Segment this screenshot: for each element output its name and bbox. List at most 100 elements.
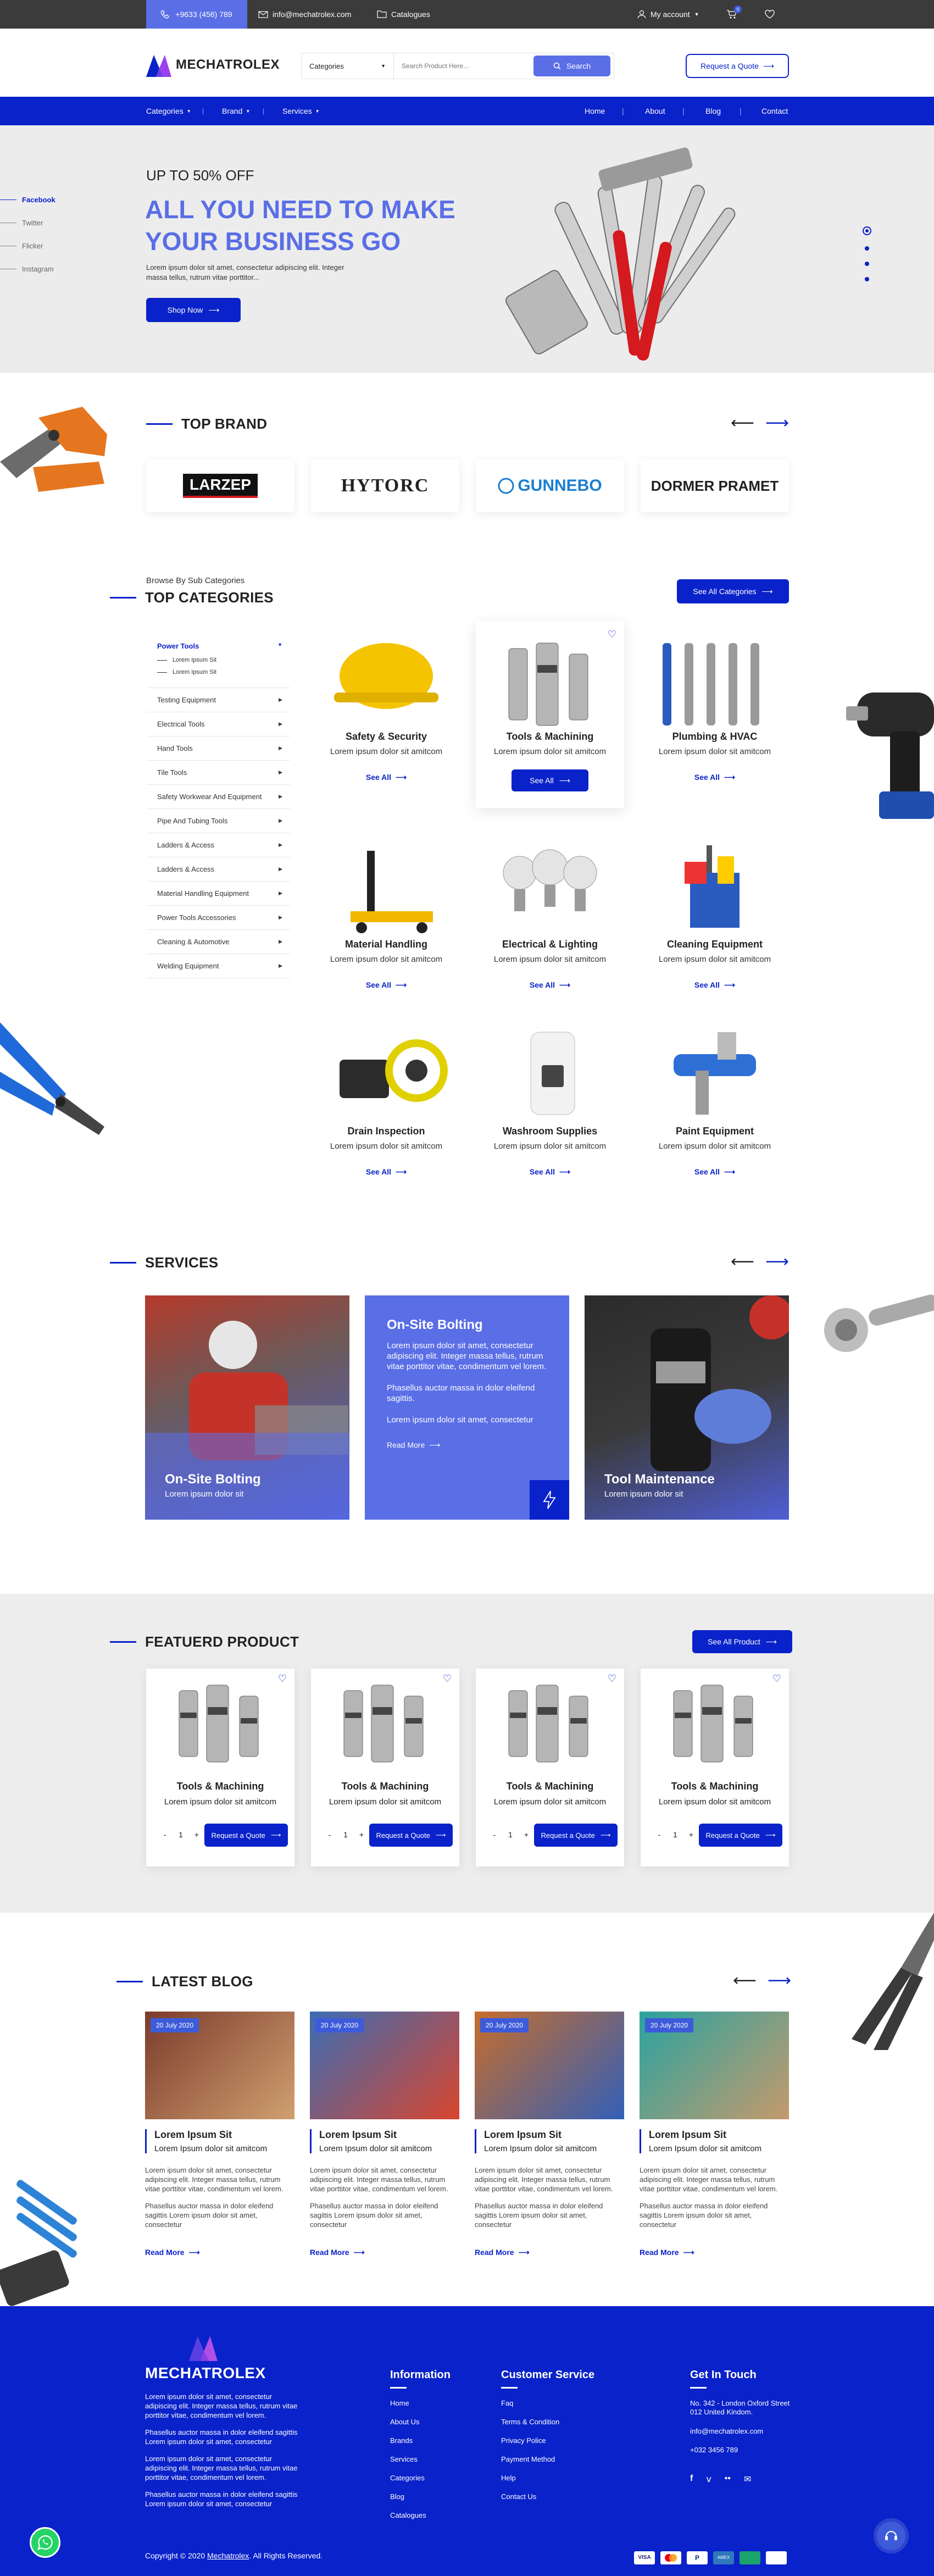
blog-title[interactable]: Lorem Ipsum Sit	[649, 2129, 789, 2141]
sidebar-item[interactable]: Safety Workwear And Equipment ▶	[147, 785, 290, 809]
email-contact[interactable]: info@mechatrolex.com	[258, 0, 351, 29]
footer-link[interactable]: Help	[501, 2474, 594, 2482]
cart-button[interactable]: 0	[726, 0, 742, 29]
sidebar-item[interactable]: Electrical Tools ▶	[147, 712, 290, 736]
read-more-link[interactable]: Read More ⟶	[475, 2248, 624, 2257]
shop-now-button[interactable]: Shop Now ⟶	[146, 298, 241, 322]
quantity-value[interactable]: 1	[339, 1830, 352, 1839]
footer-link[interactable]: Privacy Police	[501, 2436, 594, 2445]
plus-button[interactable]: +	[520, 1830, 533, 1839]
footer-link[interactable]: Blog	[390, 2492, 451, 2501]
minus-button[interactable]: -	[653, 1830, 666, 1839]
footer-link[interactable]: Catalogues	[390, 2511, 451, 2519]
see-all-link[interactable]: See All ⟶	[312, 773, 460, 782]
phone-contact[interactable]: +9633 (456) 789	[146, 0, 247, 29]
sidebar-item[interactable]: Pipe And Tubing Tools ▶	[147, 809, 290, 833]
request-quote-button[interactable]: Request a Quote ⟶	[369, 1824, 453, 1847]
footer-link[interactable]: Contact Us	[501, 2492, 594, 2501]
blog-card[interactable]: 20 July 2020 Lorem Ipsum Sit Lorem Ipsum d…	[640, 2012, 789, 2257]
quantity-value[interactable]: 1	[669, 1830, 682, 1839]
category-card[interactable]: Cleaning Equipment Lorem ipsum dolor sit …	[641, 829, 789, 990]
category-card[interactable]: ♡ Tools & Machining Lorem ipsum dolor sit …	[476, 621, 624, 808]
slider-dot[interactable]	[865, 277, 869, 281]
brand-card-gunnebo[interactable]: GUNNEBO	[476, 459, 624, 512]
arrow-right-icon[interactable]: ⟶	[768, 1971, 791, 1990]
slider-dot[interactable]	[865, 262, 869, 266]
read-more-link[interactable]: Read More ⟶	[145, 2248, 294, 2257]
request-quote-button[interactable]: Request a Quote ⟶	[699, 1824, 782, 1847]
mail-icon[interactable]: ✉	[744, 2474, 751, 2485]
sidebar-subitem[interactable]: Lorem Ipsum Sit	[147, 663, 290, 675]
see-all-link[interactable]: See All ⟶	[641, 1167, 789, 1177]
footer-phone[interactable]: +032 3456 789	[690, 2446, 794, 2454]
sidebar-item[interactable]: Power Tools Accessories ▶	[147, 906, 290, 930]
minus-button[interactable]: -	[488, 1830, 501, 1839]
footer-link[interactable]: Home	[390, 2399, 451, 2407]
request-quote-button[interactable]: Request a Quote ⟶	[534, 1824, 618, 1847]
search-input[interactable]	[394, 53, 533, 79]
vimeo-icon[interactable]: ⅴ	[706, 2474, 711, 2485]
category-select[interactable]: Categories ▼	[302, 53, 394, 79]
product-card[interactable]: ♡ Tools & Machining Lorem ipsum dolor sit …	[311, 1669, 459, 1866]
nav-home[interactable]: Home	[585, 97, 605, 125]
footer-logo[interactable]: MECHATROLEX	[145, 2333, 266, 2382]
category-card[interactable]: Washroom Supplies Lorem ipsum dolor sit a…	[476, 1016, 624, 1177]
see-all-link[interactable]: See All ⟶	[641, 980, 789, 990]
search-button[interactable]: Search	[533, 56, 610, 76]
category-card[interactable]: Paint Equipment Lorem ipsum dolor sit ami…	[641, 1016, 789, 1177]
category-card[interactable]: Drain Inspection Lorem ipsum dolor sit am…	[312, 1016, 460, 1177]
quantity-value[interactable]: 1	[504, 1830, 517, 1839]
arrow-right-icon[interactable]: ⟶	[765, 1252, 789, 1271]
nav-blog[interactable]: Blog	[705, 97, 721, 125]
social-flicker[interactable]: Flicker	[0, 242, 43, 250]
facebook-icon[interactable]: f	[690, 2474, 693, 2485]
sidebar-subitem[interactable]: Lorem Ipsum Sit	[147, 650, 290, 663]
chat-button[interactable]	[877, 2522, 905, 2550]
product-card[interactable]: ♡ Tools & Machining Lorem ipsum dolor sit …	[476, 1669, 624, 1866]
slider-dot-active[interactable]	[863, 226, 871, 235]
minus-button[interactable]: -	[323, 1830, 336, 1839]
sidebar-item-power-tools[interactable]: Power Tools ▼	[147, 636, 290, 650]
blog-card[interactable]: 20 July 2020 Lorem Ipsum Sit Lorem Ipsum d…	[475, 2012, 624, 2257]
my-account-menu[interactable]: My account ▼	[637, 0, 699, 29]
copyright-brand-link[interactable]: Mechatrolex	[207, 2551, 249, 2560]
see-all-link[interactable]: See All ⟶	[312, 980, 460, 990]
read-more-link[interactable]: Read More ⟶	[640, 2248, 789, 2257]
service-read-more[interactable]: Read More ⟶	[387, 1441, 552, 1450]
quantity-value[interactable]: 1	[174, 1830, 187, 1839]
whatsapp-button[interactable]	[30, 2527, 60, 2558]
sidebar-item[interactable]: Welding Equipment ▶	[147, 954, 290, 978]
blog-title[interactable]: Lorem Ipsum Sit	[154, 2129, 294, 2141]
service-card[interactable]: On-Site Bolting Lorem ipsum dolor sit	[145, 1295, 349, 1520]
logo[interactable]: MECHATROLEX	[146, 53, 280, 77]
sidebar-item[interactable]: Tile Tools ▶	[147, 761, 290, 785]
arrow-left-icon[interactable]: ⟵	[731, 413, 754, 433]
product-card[interactable]: ♡ Tools & Machining Lorem ipsum dolor sit …	[641, 1669, 789, 1866]
arrow-left-icon[interactable]: ⟵	[733, 1971, 757, 1990]
category-card[interactable]: Electrical & Lighting Lorem ipsum dolor s…	[476, 829, 624, 990]
service-card-active[interactable]: On-Site Bolting Lorem ipsum dolor sit am…	[365, 1295, 569, 1520]
request-quote-button[interactable]: Request a Quote ⟶	[204, 1824, 288, 1847]
social-instagram[interactable]: Instagram	[0, 265, 54, 273]
footer-link[interactable]: About Us	[390, 2418, 451, 2426]
nav-contact[interactable]: Contact	[761, 97, 788, 125]
blog-card[interactable]: 20 July 2020 Lorem Ipsum Sit Lorem Ipsum d…	[310, 2012, 459, 2257]
sidebar-item[interactable]: Hand Tools ▶	[147, 736, 290, 761]
see-all-categories-button[interactable]: See All Categories ⟶	[677, 579, 789, 603]
heart-icon[interactable]: ♡	[608, 629, 616, 640]
blog-card[interactable]: 20 July 2020 Lorem Ipsum Sit Lorem Ipsum d…	[145, 2012, 294, 2257]
read-more-link[interactable]: Read More ⟶	[310, 2248, 459, 2257]
see-all-button[interactable]: See All ⟶	[512, 769, 588, 791]
social-twitter[interactable]: Twitter	[0, 219, 43, 227]
plus-button[interactable]: +	[685, 1830, 698, 1839]
product-card[interactable]: ♡ Tools & Machining Lorem ipsum dolor sit …	[146, 1669, 294, 1866]
see-all-link[interactable]: See All ⟶	[476, 1167, 624, 1177]
footer-link[interactable]: Faq	[501, 2399, 594, 2407]
footer-email[interactable]: info@mechatrolex.com	[690, 2427, 794, 2435]
sidebar-item[interactable]: Material Handling Equipment ▶	[147, 882, 290, 906]
blog-title[interactable]: Lorem Ipsum Sit	[319, 2129, 459, 2141]
footer-link[interactable]: Categories	[390, 2474, 451, 2482]
sidebar-item[interactable]: Cleaning & Automotive ▶	[147, 930, 290, 954]
see-all-link[interactable]: See All ⟶	[641, 773, 789, 782]
sidebar-item[interactable]: Ladders & Access ▶	[147, 857, 290, 882]
